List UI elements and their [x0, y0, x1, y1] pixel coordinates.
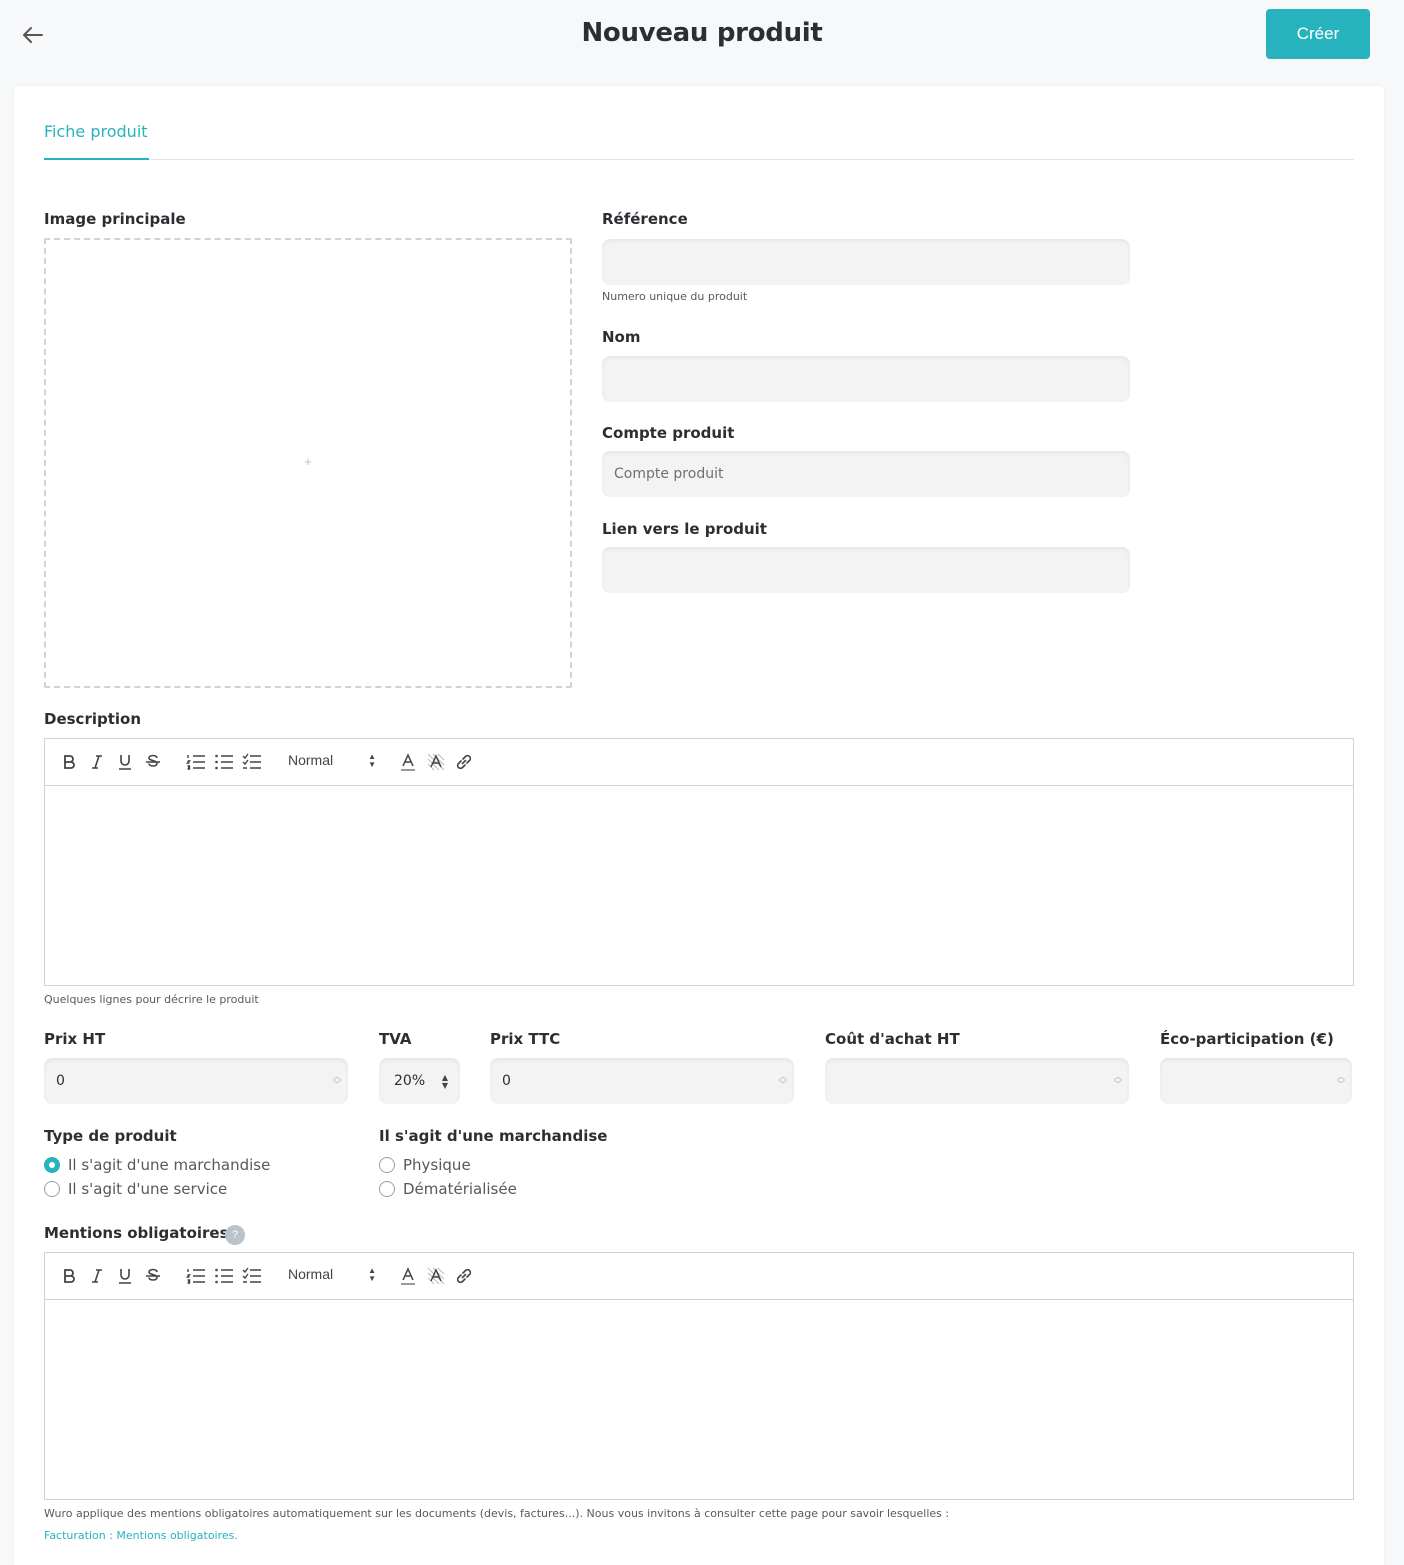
description-label: Description	[44, 710, 142, 728]
link-input[interactable]	[602, 547, 1130, 593]
mentions-editor: Normal ▲ ▼	[44, 1252, 1354, 1500]
reference-input[interactable]	[602, 239, 1130, 285]
format-select[interactable]: Normal ▲ ▼	[288, 1266, 378, 1286]
radio-unchecked-icon	[379, 1157, 395, 1173]
spinner-icon[interactable]: ︿ ﹀	[1113, 1073, 1123, 1089]
spinner-icon[interactable]: ︿ ﹀	[1336, 1073, 1346, 1089]
cost-label: Coût d'achat HT	[825, 1030, 960, 1048]
price-ttc-label: Prix TTC	[490, 1030, 561, 1048]
price-ht-input[interactable]: 0 ︿ ﹀	[44, 1058, 348, 1104]
format-select[interactable]: Normal ▲ ▼	[288, 752, 378, 772]
radio-physical[interactable]: Physique	[379, 1156, 471, 1174]
bold-icon[interactable]	[59, 1266, 79, 1286]
product-type-label: Type de produit	[44, 1127, 177, 1145]
link-icon[interactable]	[454, 752, 474, 772]
strikethrough-icon[interactable]	[143, 1266, 163, 1286]
radio-unchecked-icon	[379, 1181, 395, 1197]
checklist-icon[interactable]	[242, 752, 262, 772]
radio-service[interactable]: Il s'agit d'une service	[44, 1180, 227, 1198]
select-arrows-icon: ▲ ▼	[368, 752, 376, 769]
format-select-value: Normal	[288, 1266, 334, 1282]
underline-icon[interactable]	[115, 752, 135, 772]
help-icon[interactable]: ?	[225, 1225, 245, 1245]
italic-icon[interactable]	[87, 752, 107, 772]
spinner-icon[interactable]: ︿ ﹀	[332, 1073, 342, 1089]
underline-icon[interactable]	[115, 1266, 135, 1286]
editor-toolbar: Normal ▲ ▼	[45, 1253, 1353, 1300]
goods-type-label: Il s'agit d'une marchandise	[379, 1127, 608, 1145]
price-ttc-input[interactable]: 0 ︿ ﹀	[490, 1058, 794, 1104]
radio-label: Il s'agit d'une marchandise	[68, 1156, 271, 1174]
radio-label: Physique	[403, 1156, 471, 1174]
link-icon[interactable]	[454, 1266, 474, 1286]
price-ttc-value: 0	[502, 1073, 511, 1089]
tab-product-sheet[interactable]: Fiche produit	[44, 122, 149, 160]
eco-label: Éco-participation (€)	[1160, 1030, 1334, 1048]
tva-value: 20%	[394, 1073, 426, 1089]
mentions-label: Mentions obligatoires	[44, 1224, 229, 1242]
mentions-footer-text: Wuro applique des mentions obligatoires …	[44, 1507, 950, 1520]
description-editor-body[interactable]	[45, 786, 1353, 986]
radio-digital[interactable]: Dématérialisée	[379, 1180, 517, 1198]
bullet-list-icon[interactable]	[214, 752, 234, 772]
create-button[interactable]: Créer	[1266, 9, 1370, 59]
tab-bar: Fiche produit	[44, 86, 1354, 160]
name-input[interactable]	[602, 356, 1130, 402]
radio-merchandise[interactable]: Il s'agit d'une marchandise	[44, 1156, 270, 1174]
price-ht-value: 0	[56, 1073, 65, 1089]
cost-input[interactable]: ︿ ﹀	[825, 1058, 1129, 1104]
tva-select[interactable]: 20% ▲ ▼	[379, 1058, 460, 1104]
account-input[interactable]	[602, 451, 1130, 497]
bullet-list-icon[interactable]	[214, 1266, 234, 1286]
background-color-icon[interactable]	[426, 1266, 446, 1286]
editor-toolbar: Normal ▲ ▼	[45, 739, 1353, 786]
reference-label: Référence	[602, 210, 688, 228]
eco-input[interactable]: ︿ ﹀	[1160, 1058, 1352, 1104]
radio-label: Dématérialisée	[403, 1180, 517, 1198]
link-label: Lien vers le produit	[602, 520, 767, 538]
tva-label: TVA	[379, 1030, 412, 1048]
product-form-card: Fiche produit Image principale + Référen…	[14, 86, 1384, 1565]
header: Nouveau produit Créer	[0, 0, 1404, 70]
text-color-icon[interactable]	[398, 1266, 418, 1286]
mentions-editor-body[interactable]	[45, 1300, 1353, 1500]
radio-label: Il s'agit d'une service	[68, 1180, 228, 1198]
description-editor: Normal ▲ ▼	[44, 738, 1354, 986]
radio-unchecked-icon	[44, 1181, 60, 1197]
format-select-value: Normal	[288, 752, 334, 768]
background-color-icon[interactable]	[426, 752, 446, 772]
select-arrows-icon: ▲ ▼	[368, 1266, 376, 1283]
name-label: Nom	[602, 328, 641, 346]
ordered-list-icon[interactable]	[186, 752, 206, 772]
account-label: Compte produit	[602, 424, 735, 442]
page-title: Nouveau produit	[581, 18, 823, 48]
text-color-icon[interactable]	[398, 752, 418, 772]
radio-checked-icon	[44, 1157, 60, 1173]
plus-icon: +	[304, 454, 312, 469]
spinner-icon[interactable]: ︿ ﹀	[778, 1073, 788, 1089]
italic-icon[interactable]	[87, 1266, 107, 1286]
reference-hint: Numero unique du produit	[602, 290, 748, 303]
checklist-icon[interactable]	[242, 1266, 262, 1286]
image-label: Image principale	[44, 210, 186, 228]
price-ht-label: Prix HT	[44, 1030, 106, 1048]
select-arrows-icon: ▲ ▼	[441, 1073, 449, 1090]
ordered-list-icon[interactable]	[186, 1266, 206, 1286]
mentions-footer-link[interactable]: Facturation : Mentions obligatoires.	[44, 1529, 238, 1542]
image-dropzone[interactable]: +	[44, 238, 572, 688]
description-hint: Quelques lignes pour décrire le produit	[44, 993, 259, 1006]
strikethrough-icon[interactable]	[143, 752, 163, 772]
bold-icon[interactable]	[59, 752, 79, 772]
